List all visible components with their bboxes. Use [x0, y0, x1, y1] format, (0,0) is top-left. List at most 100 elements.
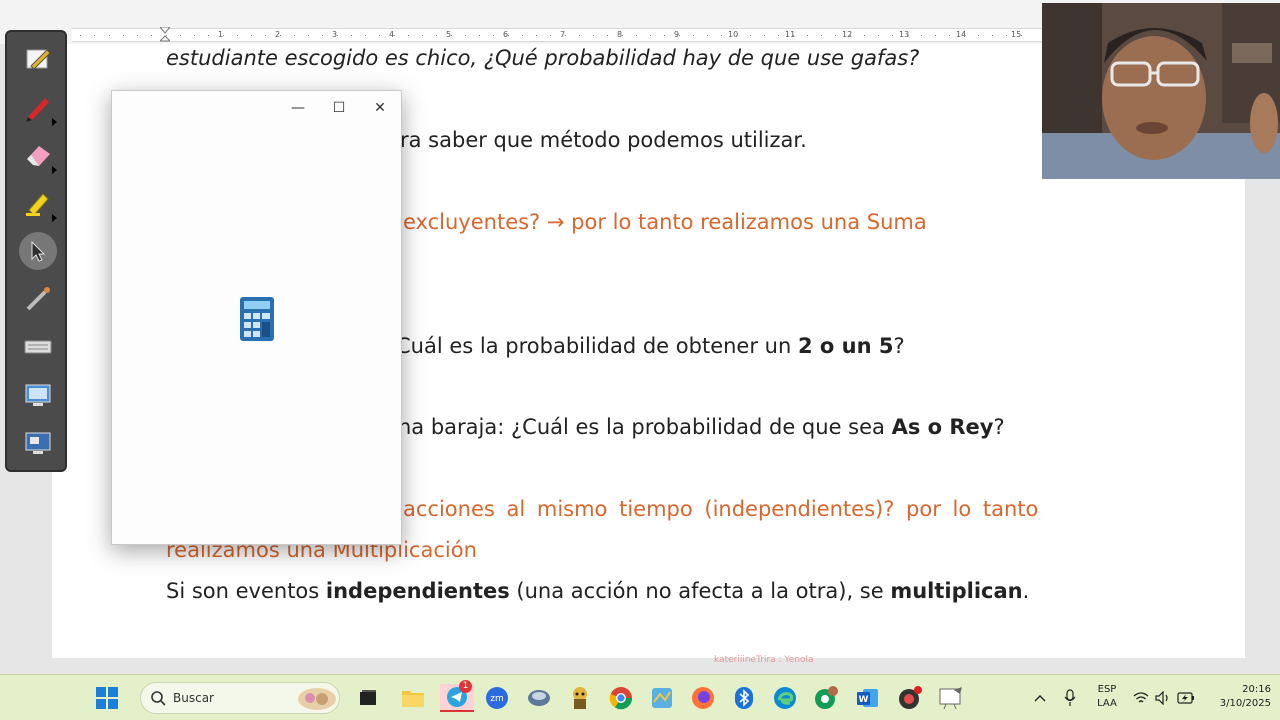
ruler-dot [992, 35, 993, 36]
keyboard-tool[interactable] [19, 328, 57, 366]
ruler-dot [422, 35, 423, 36]
ruler-dot [1021, 35, 1022, 36]
close-button[interactable]: ✕ [360, 95, 400, 121]
pen-options-arrow[interactable] [52, 118, 57, 126]
taskbar-app-firefox[interactable] [689, 684, 717, 712]
maximize-button[interactable]: ☐ [319, 95, 359, 121]
ruler-dot [821, 35, 822, 36]
search-highlight-icon [298, 688, 336, 710]
windows-logo-icon [96, 687, 118, 709]
ruler-dot [793, 35, 794, 36]
taskbar-app-zoom[interactable]: zm [483, 684, 511, 712]
taskbar-search-box[interactable]: Buscar [140, 682, 340, 714]
start-button[interactable] [93, 684, 121, 712]
ruler-dot [707, 35, 708, 36]
doc-line-6: acciones al mismo tiempo (independientes… [403, 497, 1039, 521]
ruler-dot [1006, 35, 1007, 36]
pointer-tool[interactable] [19, 232, 57, 270]
keyboard-icon [24, 340, 52, 354]
clock-date: 3/10/2025 [1219, 698, 1271, 709]
doc-line-2: ra saber que método podemos utilizar. [400, 128, 807, 152]
battery-charging-icon [1177, 692, 1194, 704]
ruler-dot [493, 35, 494, 36]
ruler-dot [850, 35, 851, 36]
zoom-icon: zm [486, 687, 508, 709]
laser-pointer-tool[interactable] [19, 280, 57, 318]
taskbar-app-vpn[interactable] [525, 684, 553, 712]
webcam-video [1042, 3, 1280, 179]
taskbar-app-whiteboard[interactable] [937, 684, 965, 712]
clock-time: 20:16 [1242, 684, 1271, 695]
ruler-dot [208, 35, 209, 36]
folder-icon [402, 691, 424, 707]
doc-line-5-a: na baraja: ¿Cuál es la probabilidad de q… [398, 415, 892, 439]
taskbar-app-bluetooth[interactable] [730, 684, 758, 712]
game-character-icon [573, 687, 587, 709]
screen-capture-icon [25, 384, 51, 406]
doc-line-8: Si son eventos independientes (una acció… [166, 579, 1029, 603]
taskbar-app-word[interactable]: W [854, 684, 882, 712]
volume-button[interactable] [1152, 684, 1174, 712]
laser-pointer-icon [26, 287, 50, 311]
battery-button[interactable] [1174, 684, 1198, 712]
taskbar-app-game[interactable] [566, 684, 594, 712]
watermark-text: kateriiineTrira : Yenola [714, 655, 814, 665]
taskbar-app-task-view[interactable] [354, 684, 382, 712]
indent-marker-icon[interactable] [160, 27, 170, 43]
ruler-dot [109, 35, 110, 36]
taskbar-app-edge[interactable] [771, 684, 799, 712]
taskbar-app-chrome-profile[interactable] [812, 684, 840, 712]
eraser-options-arrow[interactable] [52, 166, 57, 174]
ruler-dot [565, 35, 566, 36]
ruler-dot [337, 35, 338, 36]
ruler-dot [807, 35, 808, 36]
ruler-dot [878, 35, 879, 36]
doc-line-5-b: As o Rey [891, 415, 994, 439]
ruler-dot [935, 35, 936, 36]
taskbar-app-recorder[interactable] [896, 684, 924, 712]
ruler-dot [123, 35, 124, 36]
show-hidden-icons-button[interactable] [1027, 684, 1053, 712]
doc-line-8-b: independientes [325, 579, 510, 603]
taskbar: Buscar 1 zm W ESP LAA 20:16 3/10/2025 [0, 674, 1280, 720]
ruler-dot [778, 35, 779, 36]
minimize-button[interactable]: — [278, 95, 318, 121]
taskbar-app-file-explorer[interactable] [399, 684, 427, 712]
recorder-icon [899, 686, 922, 709]
ruler-dot [679, 35, 680, 36]
ruler-dot [308, 35, 309, 36]
ruler-dot [137, 35, 138, 36]
notepad-tool[interactable] [19, 40, 57, 78]
language-indicator[interactable]: ESP LAA [1090, 684, 1124, 709]
screen-capture-tool[interactable] [19, 376, 57, 414]
taskbar-app-maps[interactable] [648, 684, 676, 712]
ruler-dot [664, 35, 665, 36]
screen-share-tool[interactable] [19, 424, 57, 462]
ruler-dot [607, 35, 608, 36]
vpn-icon [528, 690, 550, 706]
pen-toolbar [5, 30, 67, 472]
ruler-dot [80, 35, 81, 36]
microphone-button[interactable] [1057, 684, 1083, 712]
bluetooth-icon [735, 687, 753, 709]
telegram-badge: 1 [459, 680, 472, 693]
ruler-dot [650, 35, 651, 36]
ruler-dot [151, 35, 152, 36]
ruler-dot [166, 35, 167, 36]
clock[interactable]: 20:16 3/10/2025 [1203, 684, 1271, 709]
ruler-dot [721, 35, 722, 36]
task-view-icon [360, 690, 376, 705]
ruler-dot [636, 35, 637, 36]
doc-line-8-e: . [1022, 579, 1030, 603]
ruler-dot [978, 35, 979, 36]
doc-line-4-c: ? [893, 334, 905, 358]
ruler-dot [322, 35, 323, 36]
calculator-window[interactable]: — ☐ ✕ [111, 90, 402, 545]
taskbar-app-telegram[interactable]: 1 [440, 680, 474, 712]
wifi-icon [1133, 692, 1149, 703]
doc-line-4: Cuál es la probabilidad de obtener un 2 … [396, 334, 905, 358]
highlighter-options-arrow[interactable] [52, 214, 57, 222]
wifi-button[interactable] [1130, 684, 1152, 712]
taskbar-app-chrome[interactable] [607, 684, 635, 712]
ruler-dot [265, 35, 266, 36]
